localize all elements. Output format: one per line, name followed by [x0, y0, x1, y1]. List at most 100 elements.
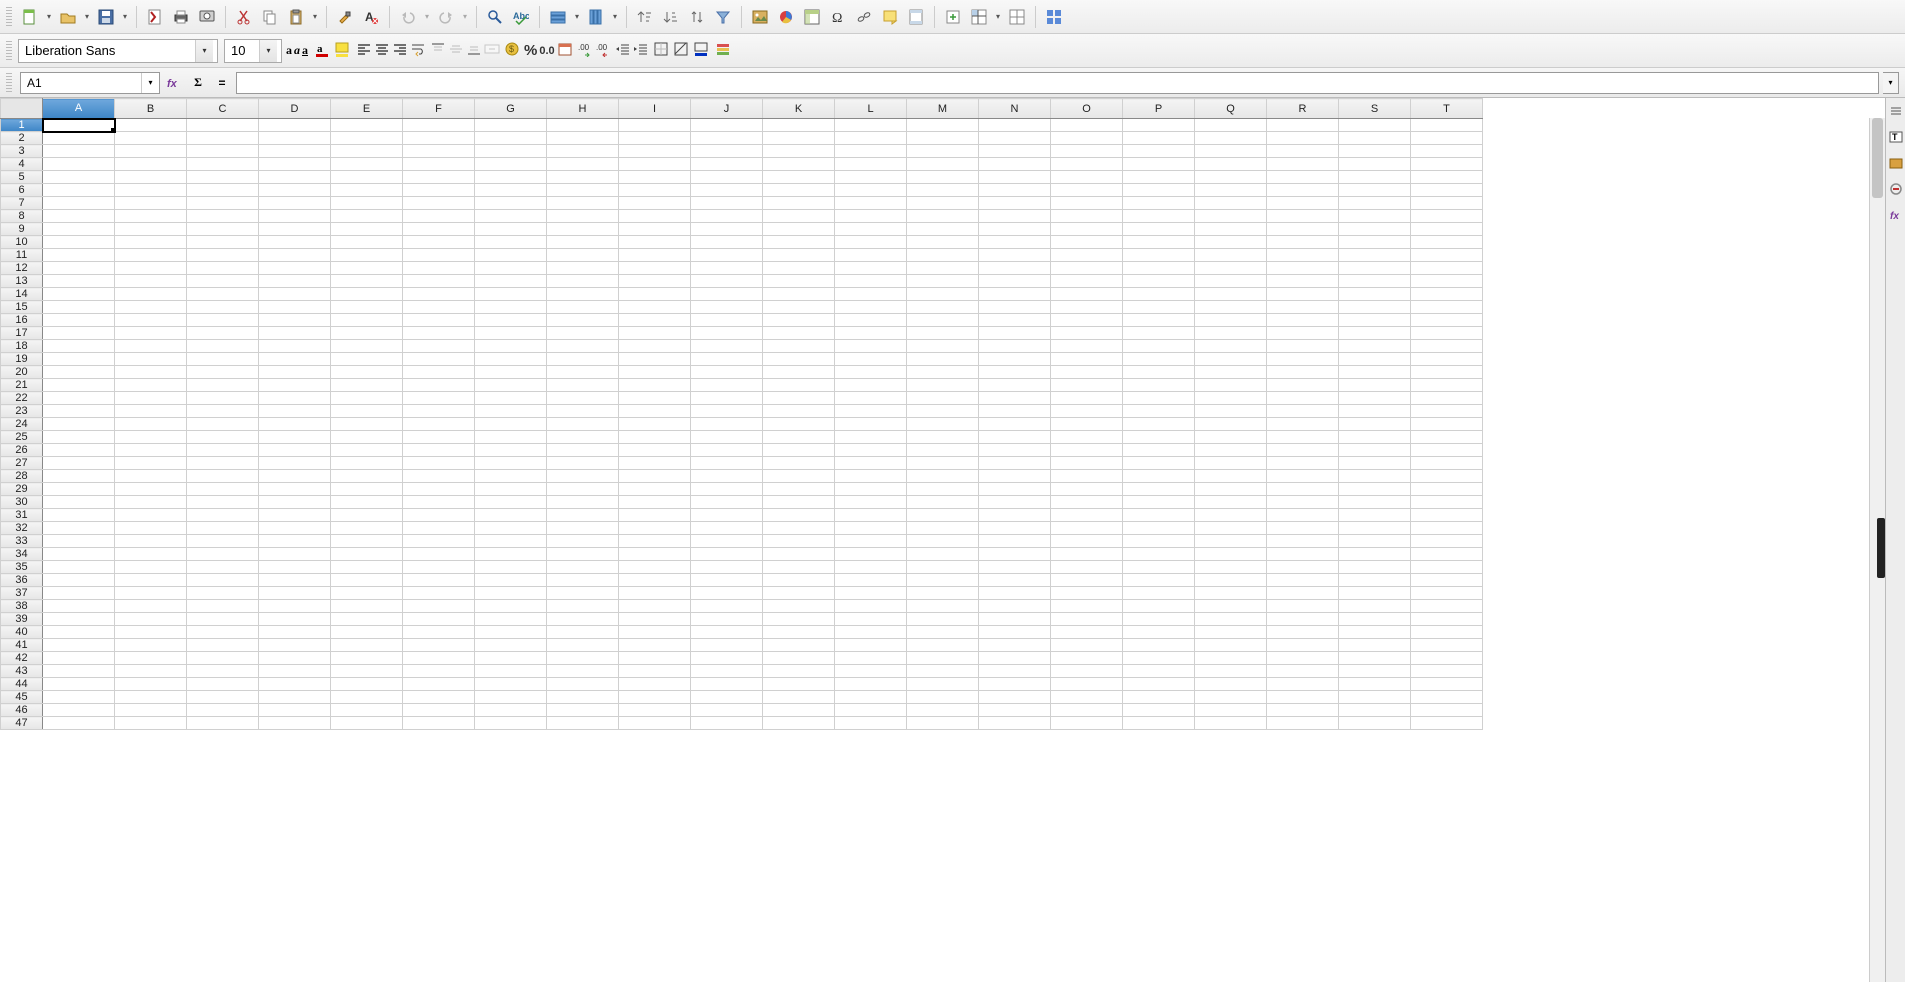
- cell-L2[interactable]: [835, 132, 907, 145]
- cell-S21[interactable]: [1339, 379, 1411, 392]
- cell-I43[interactable]: [619, 665, 691, 678]
- cell-A18[interactable]: [43, 340, 115, 353]
- cell-R2[interactable]: [1267, 132, 1339, 145]
- cell-G1[interactable]: [475, 119, 547, 132]
- cell-Q13[interactable]: [1195, 275, 1267, 288]
- cell-K21[interactable]: [763, 379, 835, 392]
- cell-C45[interactable]: [187, 691, 259, 704]
- row-header-26[interactable]: 26: [1, 444, 43, 457]
- cell-C14[interactable]: [187, 288, 259, 301]
- cell-G22[interactable]: [475, 392, 547, 405]
- cell-C7[interactable]: [187, 197, 259, 210]
- cell-I17[interactable]: [619, 327, 691, 340]
- cell-B5[interactable]: [115, 171, 187, 184]
- row-header-39[interactable]: 39: [1, 613, 43, 626]
- cell-B25[interactable]: [115, 431, 187, 444]
- cell-G40[interactable]: [475, 626, 547, 639]
- row-header-18[interactable]: 18: [1, 340, 43, 353]
- cell-E16[interactable]: [331, 314, 403, 327]
- cell-K39[interactable]: [763, 613, 835, 626]
- cell-Q37[interactable]: [1195, 587, 1267, 600]
- cell-T21[interactable]: [1411, 379, 1483, 392]
- row-header-12[interactable]: 12: [1, 262, 43, 275]
- cell-L4[interactable]: [835, 158, 907, 171]
- navigator-panel-icon[interactable]: fx: [1887, 206, 1905, 224]
- row-header-16[interactable]: 16: [1, 314, 43, 327]
- cell-A2[interactable]: [43, 132, 115, 145]
- cell-I21[interactable]: [619, 379, 691, 392]
- cell-A43[interactable]: [43, 665, 115, 678]
- cell-B2[interactable]: [115, 132, 187, 145]
- column-header-P[interactable]: P: [1123, 99, 1195, 119]
- cell-L8[interactable]: [835, 210, 907, 223]
- cell-O9[interactable]: [1051, 223, 1123, 236]
- row-header-46[interactable]: 46: [1, 704, 43, 717]
- currency-button[interactable]: $: [504, 41, 520, 60]
- cell-E33[interactable]: [331, 535, 403, 548]
- cell-E10[interactable]: [331, 236, 403, 249]
- cell-L35[interactable]: [835, 561, 907, 574]
- cell-L22[interactable]: [835, 392, 907, 405]
- cell-N21[interactable]: [979, 379, 1051, 392]
- cell-O14[interactable]: [1051, 288, 1123, 301]
- cell-C23[interactable]: [187, 405, 259, 418]
- cell-I7[interactable]: [619, 197, 691, 210]
- cell-C31[interactable]: [187, 509, 259, 522]
- cell-H32[interactable]: [547, 522, 619, 535]
- cell-H42[interactable]: [547, 652, 619, 665]
- cell-H19[interactable]: [547, 353, 619, 366]
- cell-M37[interactable]: [907, 587, 979, 600]
- column-header-G[interactable]: G: [475, 99, 547, 119]
- cell-O18[interactable]: [1051, 340, 1123, 353]
- cell-A21[interactable]: [43, 379, 115, 392]
- cell-P41[interactable]: [1123, 639, 1195, 652]
- cell-N31[interactable]: [979, 509, 1051, 522]
- cell-H6[interactable]: [547, 184, 619, 197]
- cell-A23[interactable]: [43, 405, 115, 418]
- cell-Q32[interactable]: [1195, 522, 1267, 535]
- cell-L17[interactable]: [835, 327, 907, 340]
- sort-desc-button[interactable]: [659, 5, 683, 29]
- cell-D31[interactable]: [259, 509, 331, 522]
- row-header-41[interactable]: 41: [1, 639, 43, 652]
- cell-L45[interactable]: [835, 691, 907, 704]
- cell-S31[interactable]: [1339, 509, 1411, 522]
- cell-S6[interactable]: [1339, 184, 1411, 197]
- cell-N6[interactable]: [979, 184, 1051, 197]
- cell-O37[interactable]: [1051, 587, 1123, 600]
- cell-K40[interactable]: [763, 626, 835, 639]
- scrollbar-thumb[interactable]: [1872, 118, 1883, 198]
- cell-K37[interactable]: [763, 587, 835, 600]
- cell-R9[interactable]: [1267, 223, 1339, 236]
- cell-T16[interactable]: [1411, 314, 1483, 327]
- cell-C24[interactable]: [187, 418, 259, 431]
- cell-I23[interactable]: [619, 405, 691, 418]
- cell-T6[interactable]: [1411, 184, 1483, 197]
- cell-C35[interactable]: [187, 561, 259, 574]
- cell-S30[interactable]: [1339, 496, 1411, 509]
- row-header-30[interactable]: 30: [1, 496, 43, 509]
- cell-O3[interactable]: [1051, 145, 1123, 158]
- cell-R25[interactable]: [1267, 431, 1339, 444]
- cell-J35[interactable]: [691, 561, 763, 574]
- cell-M11[interactable]: [907, 249, 979, 262]
- cell-S4[interactable]: [1339, 158, 1411, 171]
- cell-T1[interactable]: [1411, 119, 1483, 132]
- cell-I37[interactable]: [619, 587, 691, 600]
- cell-S37[interactable]: [1339, 587, 1411, 600]
- row-header-27[interactable]: 27: [1, 457, 43, 470]
- toolbar-handle[interactable]: [6, 41, 12, 61]
- cell-J8[interactable]: [691, 210, 763, 223]
- align-top-button[interactable]: [430, 41, 446, 60]
- cell-S11[interactable]: [1339, 249, 1411, 262]
- headers-footers-button[interactable]: [904, 5, 928, 29]
- cell-E36[interactable]: [331, 574, 403, 587]
- cell-G41[interactable]: [475, 639, 547, 652]
- cell-F6[interactable]: [403, 184, 475, 197]
- sum-button[interactable]: Σ: [188, 73, 208, 93]
- cell-D3[interactable]: [259, 145, 331, 158]
- cell-A34[interactable]: [43, 548, 115, 561]
- cell-J1[interactable]: [691, 119, 763, 132]
- cell-B35[interactable]: [115, 561, 187, 574]
- cell-J31[interactable]: [691, 509, 763, 522]
